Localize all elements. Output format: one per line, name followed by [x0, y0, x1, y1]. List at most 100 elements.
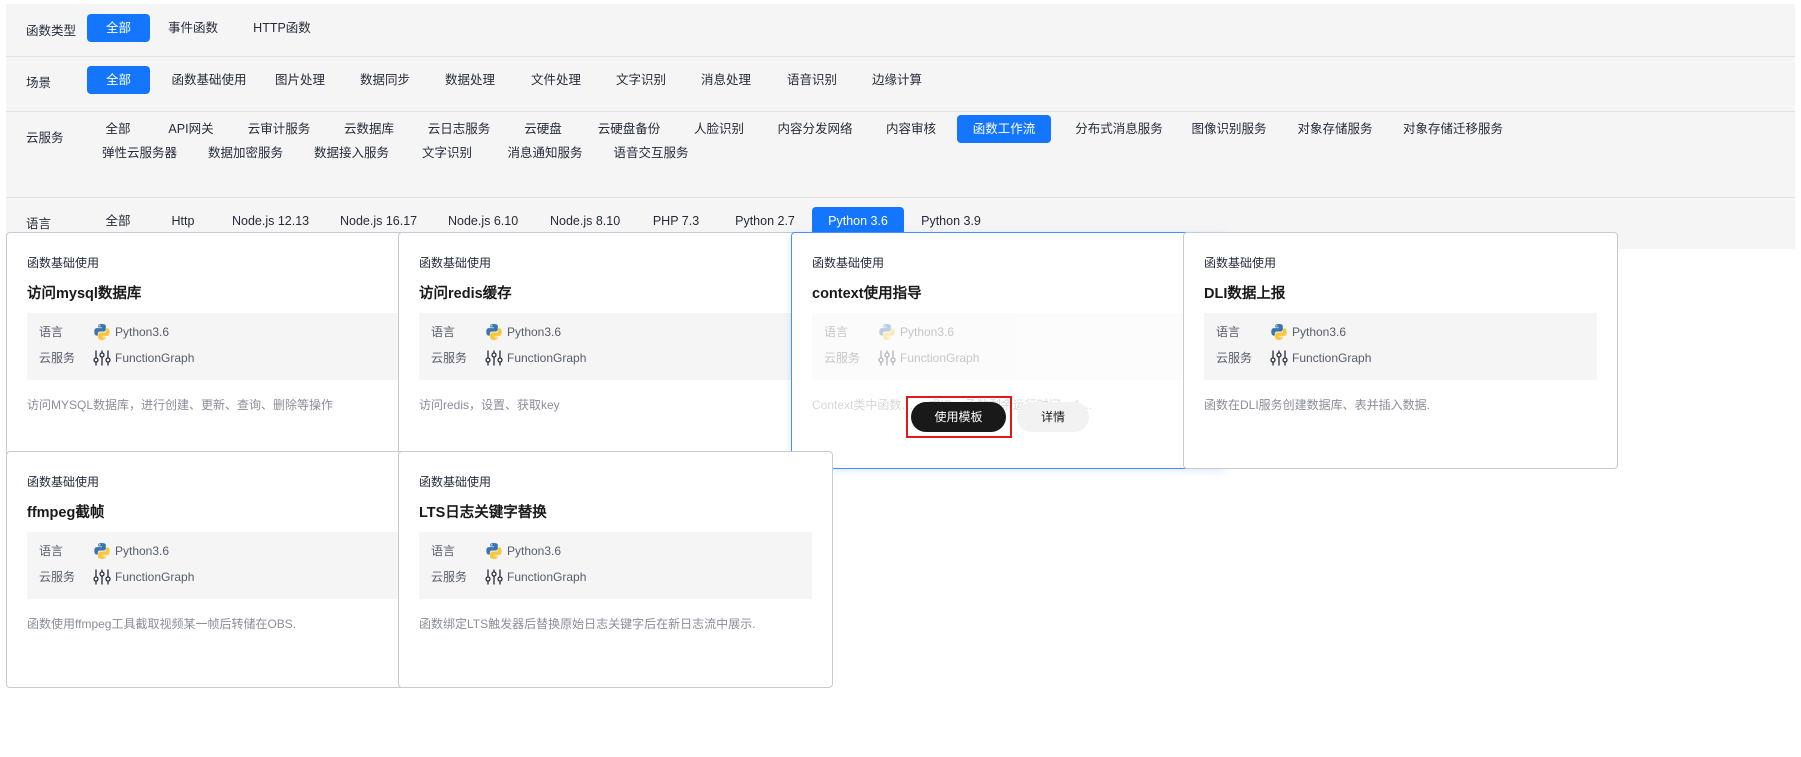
card-title: ffmpeg截帧: [27, 505, 105, 521]
card-category: 函数基础使用: [1204, 256, 1277, 270]
chip-language-python36[interactable]: Python 3.6: [812, 207, 904, 235]
chip-function-type-all[interactable]: 全部: [87, 14, 150, 42]
meta-value-service: FunctionGraph: [900, 351, 980, 365]
chip-http-function[interactable]: HTTP函数: [248, 14, 316, 42]
template-card[interactable]: 函数基础使用 访问mysql数据库 语言 Python3.6 云服务 Funct…: [6, 232, 441, 469]
card-meta: 语言 Python3.6 云服务 FunctionGraph: [27, 313, 420, 380]
chip-scenario-all[interactable]: 全部: [87, 66, 150, 94]
chip-service-dms[interactable]: 分布式消息服务: [1074, 115, 1164, 143]
chip-service-dew[interactable]: 数据加密服务: [208, 139, 283, 167]
meta-value-language: Python3.6: [900, 325, 955, 339]
template-card[interactable]: 函数基础使用 LTS日志关键字替换 语言 Python3.6 云服务 Funct…: [398, 451, 833, 688]
chip-service-oms[interactable]: 对象存储迁移服务: [1402, 115, 1504, 143]
meta-row-language: 语言 Python3.6: [27, 322, 420, 342]
chip-event-function[interactable]: 事件函数: [162, 14, 224, 42]
chip-language-http[interactable]: Http: [168, 207, 198, 235]
template-card[interactable]: 函数基础使用 ffmpeg截帧 语言 Python3.6 云服务 Functio…: [6, 451, 441, 688]
card-meta: 语言 Python3.6 云服务 FunctionGraph: [419, 532, 812, 599]
python-icon: [879, 324, 895, 340]
card-title: LTS日志关键字替换: [419, 505, 547, 521]
chip-scenario-message[interactable]: 消息处理: [696, 66, 756, 94]
chip-service-sis[interactable]: 语音交互服务: [612, 139, 690, 167]
meta-value-language: Python3.6: [507, 325, 562, 339]
card-category: 函数基础使用: [419, 256, 492, 270]
meta-value-language: Python3.6: [115, 544, 170, 558]
meta-label: 云服务: [824, 351, 861, 365]
chip-scenario-ocr[interactable]: 文字识别: [611, 66, 671, 94]
meta-label: 语言: [1216, 325, 1241, 339]
functiongraph-icon: [878, 350, 896, 366]
card-description: 函数使用ffmpeg工具截取视频某一帧后转储在OBS.: [27, 617, 297, 631]
chip-scenario-image[interactable]: 图片处理: [270, 66, 330, 94]
meta-row-service: 云服务 FunctionGraph: [419, 348, 812, 368]
meta-label: 云服务: [431, 351, 468, 365]
chip-service-smn[interactable]: 消息通知服务: [506, 139, 584, 167]
card-meta: 语言 Python3.6 云服务 FunctionGraph: [419, 313, 812, 380]
filter-row-function-type: 函数类型 全部 事件函数 HTTP函数: [6, 4, 1795, 56]
functiongraph-icon: [93, 350, 111, 366]
card-meta: 语言 Python3.6 云服务 FunctionGraph: [27, 532, 420, 599]
meta-label: 语言: [39, 544, 64, 558]
meta-value-service: FunctionGraph: [1292, 351, 1372, 365]
meta-label: 云服务: [431, 570, 468, 584]
card-category: 函数基础使用: [27, 475, 100, 489]
functiongraph-icon: [485, 569, 503, 585]
chip-service-moderation[interactable]: 内容审核: [884, 115, 938, 143]
python-icon: [1271, 324, 1287, 340]
chip-scenario-edge[interactable]: 边缘计算: [867, 66, 927, 94]
card-description: 访问MYSQL数据库，进行创建、更新、查询、删除等操作: [27, 398, 334, 412]
chip-service-functiongraph[interactable]: 函数工作流: [957, 115, 1051, 143]
meta-row-language: 语言 Python3.6: [1204, 322, 1597, 342]
chip-language-all[interactable]: 全部: [102, 207, 134, 235]
meta-row-service: 云服务 FunctionGraph: [1204, 348, 1597, 368]
card-category: 函数基础使用: [812, 256, 885, 270]
chip-service-dis[interactable]: 数据接入服务: [314, 139, 389, 167]
chip-service-ecs[interactable]: 弹性云服务器: [102, 139, 177, 167]
meta-label: 语言: [431, 544, 456, 558]
python-icon: [94, 324, 110, 340]
chip-service-image[interactable]: 图像识别服务: [1190, 115, 1268, 143]
meta-value-service: FunctionGraph: [115, 351, 195, 365]
meta-value-language: Python3.6: [115, 325, 170, 339]
chip-scenario-basic[interactable]: 函数基础使用: [164, 66, 254, 94]
chip-service-cdn[interactable]: 内容分发网络: [776, 115, 854, 143]
meta-row-language: 语言 Python3.6: [419, 541, 812, 561]
python-icon: [486, 324, 502, 340]
meta-value-language: Python3.6: [1292, 325, 1347, 339]
card-meta: 语言 Python3.6 云服务 FunctionGraph: [812, 313, 1205, 380]
chip-scenario-data-sync[interactable]: 数据同步: [355, 66, 415, 94]
meta-value-language: Python3.6: [507, 544, 562, 558]
meta-row-service: 云服务 FunctionGraph: [812, 348, 1205, 368]
chip-scenario-file[interactable]: 文件处理: [526, 66, 586, 94]
chip-language-node610[interactable]: Node.js 6.10: [448, 207, 518, 235]
filter-row-scenario: 场景 全部 函数基础使用 图片处理 数据同步 数据处理 文件处理 文字识别 消息…: [6, 56, 1795, 111]
functiongraph-icon: [93, 569, 111, 585]
chip-language-python27[interactable]: Python 2.7: [734, 207, 796, 235]
filter-label-cloud-service: 云服务: [26, 131, 64, 145]
details-button[interactable]: 详情: [1017, 402, 1089, 432]
template-card-hovered[interactable]: 函数基础使用 context使用指导 语言 Python3.6 云服务 Func…: [791, 232, 1226, 469]
meta-value-service: FunctionGraph: [115, 570, 195, 584]
chip-language-php73[interactable]: PHP 7.3: [652, 207, 700, 235]
highlight-box: [906, 396, 1012, 438]
template-card[interactable]: 函数基础使用 DLI数据上报 语言 Python3.6 云服务 Function…: [1183, 232, 1618, 469]
chip-scenario-speech[interactable]: 语音识别: [782, 66, 842, 94]
chip-scenario-data-process[interactable]: 数据处理: [440, 66, 500, 94]
chip-service-obs[interactable]: 对象存储服务: [1296, 115, 1374, 143]
python-icon: [486, 543, 502, 559]
filter-label-language: 语言: [26, 217, 52, 231]
chip-language-node810[interactable]: Node.js 8.10: [550, 207, 620, 235]
card-category: 函数基础使用: [419, 475, 492, 489]
card-category: 函数基础使用: [27, 256, 100, 270]
chip-service-apig[interactable]: API网关: [166, 115, 216, 143]
template-card[interactable]: 函数基础使用 访问redis缓存 语言 Python3.6 云服务 Functi…: [398, 232, 833, 469]
chip-language-node1213[interactable]: Node.js 12.13: [232, 207, 309, 235]
meta-label: 云服务: [1216, 351, 1253, 365]
meta-value-service: FunctionGraph: [507, 351, 587, 365]
chip-service-frs[interactable]: 人脸识别: [692, 115, 746, 143]
chip-language-python39[interactable]: Python 3.9: [920, 207, 982, 235]
chip-language-node1617[interactable]: Node.js 16.17: [340, 207, 417, 235]
meta-label: 云服务: [39, 570, 76, 584]
chip-service-ocr[interactable]: 文字识别: [420, 139, 474, 167]
filter-label-function-type: 函数类型: [26, 24, 77, 38]
